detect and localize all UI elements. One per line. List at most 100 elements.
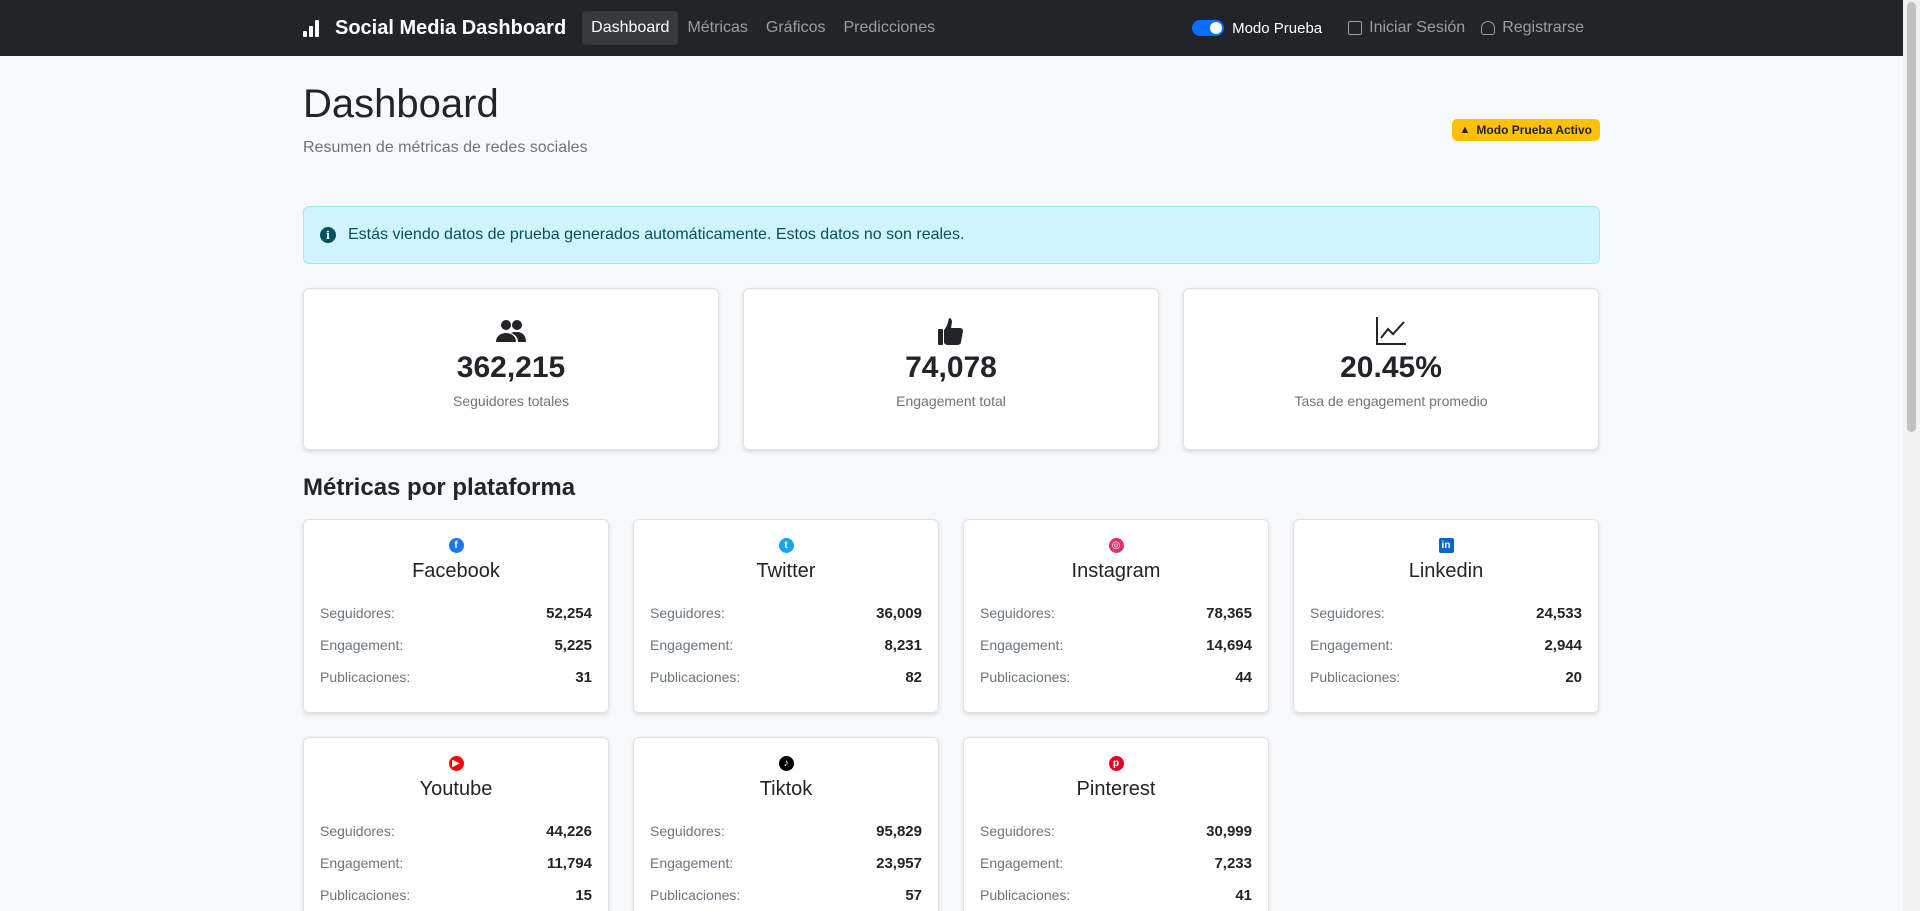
pinterest-icon: p [980, 756, 1252, 772]
followers-value: 24,533 [1536, 604, 1582, 622]
platform-name: Youtube [419, 778, 493, 800]
chart-line-icon [1184, 315, 1598, 347]
platform-card-linkedin: in Linkedin Seguidores: 24,533 Engagement… [1293, 519, 1599, 713]
engagement-value: 7,233 [1214, 854, 1252, 872]
platform-glyph: ◎ [1108, 538, 1124, 553]
summary-stats: 362,215 Seguidores totales 74,078 Engage… [303, 288, 1600, 450]
nav-links: Dashboard Métricas Gráficos Predicciones [582, 11, 944, 45]
followers-label: Seguidores: [980, 823, 1055, 839]
toggle-label: Modo Prueba [1232, 19, 1323, 37]
nav-graficos[interactable]: Gráficos [757, 11, 835, 45]
followers-row: Seguidores: 52,254 [320, 597, 592, 629]
posts-value: 15 [575, 886, 592, 904]
stat-card-followers: 362,215 Seguidores totales [303, 288, 719, 450]
scrollbar[interactable] [1903, 0, 1920, 911]
posts-label: Publicaciones: [980, 669, 1071, 685]
posts-row: Publicaciones: 82 [650, 661, 922, 693]
nav-dashboard[interactable]: Dashboard [582, 11, 679, 45]
posts-label: Publicaciones: [320, 887, 411, 903]
platform-card-pinterest: p Pinterest Seguidores: 30,999 Engagement… [963, 737, 1269, 911]
followers-label: Seguidores: [1310, 605, 1385, 621]
stat-value: 362,215 [456, 351, 566, 384]
platform-card-youtube: ▶ Youtube Seguidores: 44,226 Engagement: 1… [303, 737, 609, 911]
brand[interactable]: Social Media Dashboard [303, 17, 566, 40]
engagement-label: Engagement: [320, 637, 404, 653]
page-subtitle: Resumen de métricas de redes sociales [303, 139, 588, 156]
posts-row: Publicaciones: 41 [980, 879, 1252, 911]
followers-label: Seguidores: [650, 605, 725, 621]
engagement-value: 2,944 [1544, 636, 1582, 654]
posts-value: 82 [905, 668, 922, 686]
test-mode-badge: ▲ Modo Prueba Activo [1451, 119, 1600, 141]
toggle-switch[interactable] [1192, 20, 1225, 36]
top-navbar: Social Media Dashboard Dashboard Métrica… [0, 0, 1903, 56]
nav-predicciones[interactable]: Predicciones [834, 11, 944, 45]
login-link[interactable]: Iniciar Sesión [1348, 19, 1465, 37]
platform-name: Linkedin [1408, 560, 1484, 582]
engagement-row: Engagement: 14,694 [980, 629, 1252, 661]
platform-card-twitter: t Twitter Seguidores: 36,009 Engagement: 8… [633, 519, 939, 713]
followers-label: Seguidores: [320, 605, 395, 621]
posts-value: 44 [1235, 668, 1252, 686]
scrollbar-thumb[interactable] [1907, 2, 1916, 432]
followers-value: 78,365 [1206, 604, 1252, 622]
platform-name: Pinterest [1076, 778, 1156, 800]
engagement-value: 11,794 [546, 854, 592, 872]
stat-label: Tasa de engagement promedio [1294, 393, 1488, 409]
followers-value: 36,009 [876, 604, 922, 622]
youtube-icon: ▶ [320, 756, 592, 772]
badge-label: Modo Prueba Activo [1476, 123, 1592, 137]
platform-card-instagram: ◎ Instagram Seguidores: 78,365 Engagement… [963, 519, 1269, 713]
facebook-icon: f [320, 538, 592, 554]
followers-value: 30,999 [1206, 822, 1252, 840]
posts-label: Publicaciones: [650, 887, 741, 903]
platform-name: Instagram [1071, 560, 1161, 582]
engagement-label: Engagement: [980, 637, 1064, 653]
posts-label: Publicaciones: [980, 887, 1071, 903]
engagement-row: Engagement: 5,225 [320, 629, 592, 661]
register-label: Registrarse [1502, 19, 1584, 36]
followers-row: Seguidores: 95,829 [650, 815, 922, 847]
tiktok-icon: ♪ [650, 756, 922, 772]
platform-name: Twitter [756, 560, 816, 582]
engagement-label: Engagement: [320, 855, 404, 871]
thumbs-up-icon [744, 315, 1158, 347]
engagement-value: 23,957 [876, 854, 922, 872]
stat-value: 20.45% [1340, 351, 1442, 384]
platform-grid: f Facebook Seguidores: 52,254 Engagement:… [303, 519, 1600, 911]
followers-label: Seguidores: [650, 823, 725, 839]
test-mode-toggle[interactable]: Modo Prueba [1192, 20, 1322, 37]
posts-row: Publicaciones: 15 [320, 879, 592, 911]
nav-metricas[interactable]: Métricas [678, 11, 756, 45]
posts-row: Publicaciones: 44 [980, 661, 1252, 693]
followers-value: 95,829 [876, 822, 922, 840]
login-label: Iniciar Sesión [1369, 19, 1466, 36]
engagement-label: Engagement: [1310, 637, 1394, 653]
posts-value: 41 [1235, 886, 1252, 904]
followers-label: Seguidores: [320, 823, 395, 839]
followers-value: 44,226 [546, 822, 592, 840]
stat-card-engagement-rate: 20.45% Tasa de engagement promedio [1183, 288, 1599, 450]
engagement-value: 14,694 [1206, 636, 1252, 654]
warning-icon: ▲ [1459, 124, 1471, 136]
engagement-label: Engagement: [980, 855, 1064, 871]
engagement-row: Engagement: 8,231 [650, 629, 922, 661]
register-link[interactable]: Registrarse [1481, 19, 1584, 37]
users-icon [304, 315, 718, 347]
posts-row: Publicaciones: 57 [650, 879, 922, 911]
engagement-label: Engagement: [650, 637, 734, 653]
twitter-icon: t [650, 538, 922, 554]
engagement-row: Engagement: 11,794 [320, 847, 592, 879]
instagram-icon: ◎ [980, 538, 1252, 554]
platform-glyph: ▶ [448, 756, 464, 771]
bar-chart-icon [303, 19, 321, 37]
posts-value: 20 [1565, 668, 1582, 686]
platform-glyph: t [778, 538, 794, 553]
stat-label: Engagement total [896, 393, 1006, 409]
posts-label: Publicaciones: [650, 669, 741, 685]
posts-row: Publicaciones: 20 [1310, 661, 1582, 693]
stat-value: 74,078 [905, 351, 997, 384]
followers-row: Seguidores: 36,009 [650, 597, 922, 629]
platform-glyph: in [1438, 538, 1454, 553]
followers-row: Seguidores: 30,999 [980, 815, 1252, 847]
